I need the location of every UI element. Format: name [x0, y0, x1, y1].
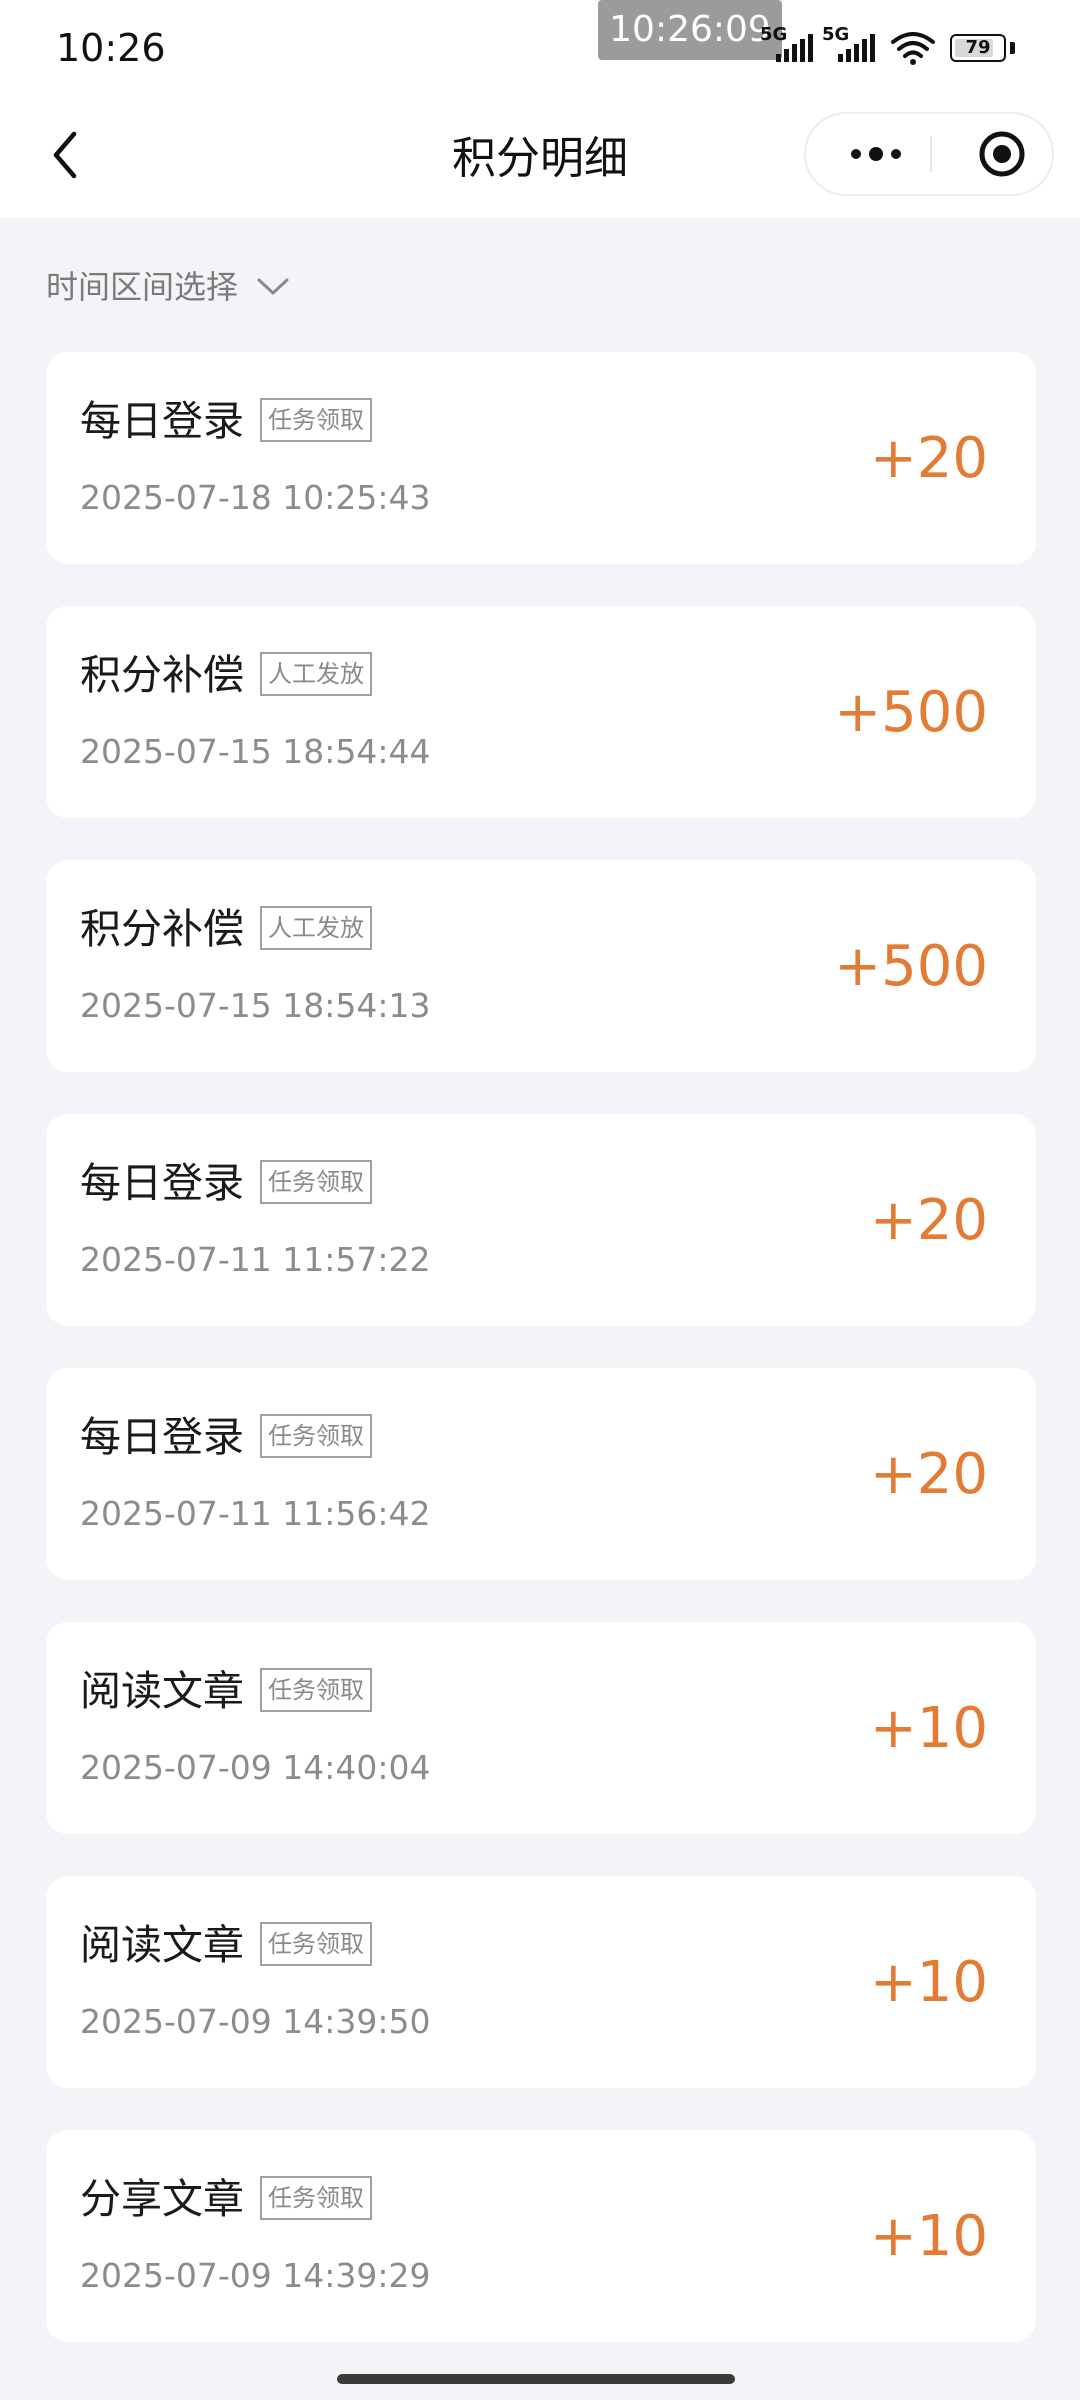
record-tag: 任务领取 — [260, 1922, 372, 1966]
record-card: 分享文章 任务领取 2025-07-09 14:39:29 +10 — [46, 2130, 1036, 2342]
signal-5g-1: 5G — [760, 24, 820, 66]
record-time: 2025-07-18 10:25:43 — [80, 478, 431, 517]
capsule-divider — [930, 136, 932, 172]
record-time: 2025-07-09 14:39:29 — [80, 2256, 431, 2295]
record-time: 2025-07-09 14:40:04 — [80, 1748, 431, 1787]
record-points: +20 — [869, 1442, 988, 1507]
points-record-list: 每日登录 任务领取 2025-07-18 10:25:43 +20 积分补偿 人… — [46, 352, 1036, 2384]
record-tag: 人工发放 — [260, 652, 372, 696]
signal-bars-icon — [776, 34, 813, 62]
record-card: 每日登录 任务领取 2025-07-11 11:56:42 +20 — [46, 1368, 1036, 1580]
overlay-time: 10:26:09 — [598, 0, 782, 60]
record-title: 阅读文章 — [80, 1921, 244, 1969]
mini-program-capsule — [804, 112, 1054, 196]
back-button[interactable] — [30, 120, 100, 190]
record-title: 阅读文章 — [80, 1667, 244, 1715]
record-tag: 任务领取 — [260, 398, 372, 442]
close-button[interactable] — [952, 114, 1052, 194]
more-dots-icon — [851, 147, 901, 161]
record-points: +20 — [869, 426, 988, 491]
record-tag: 任务领取 — [260, 2176, 372, 2220]
record-title: 每日登录 — [80, 1159, 244, 1207]
signal-bars-icon — [838, 34, 875, 62]
record-points: +20 — [869, 1188, 988, 1253]
record-title: 分享文章 — [80, 2175, 244, 2223]
record-points: +10 — [869, 1696, 988, 1761]
nav-bar: 积分明细 — [0, 100, 1080, 218]
record-points: +500 — [834, 680, 988, 745]
record-time: 2025-07-09 14:39:50 — [80, 2002, 431, 2041]
time-range-filter[interactable]: 时间区间选择 — [46, 262, 290, 308]
record-time: 2025-07-15 18:54:13 — [80, 986, 431, 1025]
filter-label: 时间区间选择 — [46, 268, 239, 306]
record-title: 积分补偿 — [80, 651, 244, 699]
record-card: 阅读文章 任务领取 2025-07-09 14:39:50 +10 — [46, 1876, 1036, 2088]
wifi-icon — [891, 32, 935, 65]
chevron-down-icon — [257, 278, 289, 295]
record-points: +10 — [869, 2204, 988, 2269]
record-time: 2025-07-11 11:57:22 — [80, 1240, 431, 1279]
page-title: 积分明细 — [452, 133, 628, 184]
signal-5g-2: 5G — [822, 24, 882, 66]
record-title: 积分补偿 — [80, 905, 244, 953]
status-bar: 10:26 10:26:09 5G 5G 79 — [0, 0, 1080, 100]
record-tag: 任务领取 — [260, 1668, 372, 1712]
battery-level: 79 — [965, 37, 991, 58]
record-card: 积分补偿 人工发放 2025-07-15 18:54:44 +500 — [46, 606, 1036, 818]
more-button[interactable] — [826, 114, 926, 194]
battery-cap — [1010, 42, 1015, 54]
record-points: +500 — [834, 934, 988, 999]
chevron-left-icon — [53, 131, 77, 179]
record-title: 每日登录 — [80, 397, 244, 445]
record-tag: 任务领取 — [260, 1160, 372, 1204]
battery-icon: 79 — [950, 34, 1006, 62]
record-card: 积分补偿 人工发放 2025-07-15 18:54:13 +500 — [46, 860, 1036, 1072]
record-card: 阅读文章 任务领取 2025-07-09 14:40:04 +10 — [46, 1622, 1036, 1834]
record-time: 2025-07-15 18:54:44 — [80, 732, 431, 771]
record-card: 每日登录 任务领取 2025-07-11 11:57:22 +20 — [46, 1114, 1036, 1326]
record-tag: 任务领取 — [260, 1414, 372, 1458]
record-card: 每日登录 任务领取 2025-07-18 10:25:43 +20 — [46, 352, 1036, 564]
target-circle-icon — [979, 131, 1025, 177]
record-tag: 人工发放 — [260, 906, 372, 950]
home-indicator[interactable] — [337, 2374, 735, 2384]
record-title: 每日登录 — [80, 1413, 244, 1461]
status-time: 10:26 — [56, 26, 166, 70]
record-time: 2025-07-11 11:56:42 — [80, 1494, 431, 1533]
record-points: +10 — [869, 1950, 988, 2015]
